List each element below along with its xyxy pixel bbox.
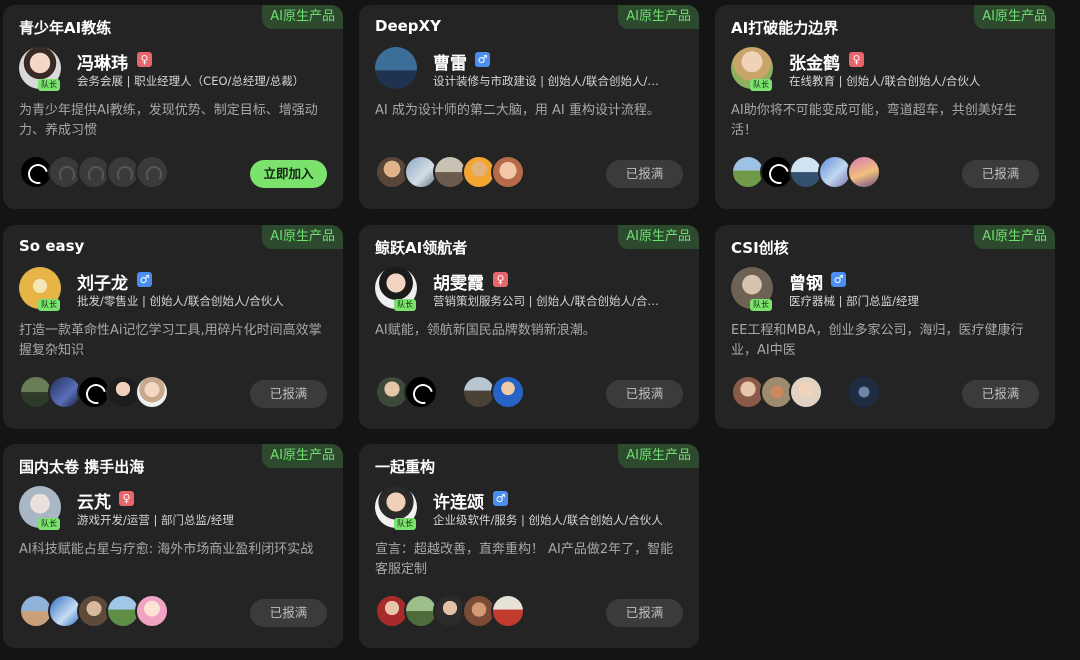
leader-name: 冯琳玮 bbox=[77, 54, 128, 74]
team-title: 青少年AI教练 bbox=[19, 19, 112, 37]
leader-avatar[interactable]: 队长 bbox=[375, 267, 417, 311]
team-description: 为青少年提供AI教练，发现优势、制定目标、增强动力、养成习惯 bbox=[19, 103, 318, 138]
empty-seat-icon bbox=[135, 155, 169, 189]
member-avatar[interactable] bbox=[847, 375, 881, 409]
captain-tag: 队长 bbox=[394, 518, 416, 530]
female-icon: ♀ bbox=[119, 491, 134, 506]
member-avatars bbox=[731, 375, 951, 409]
team-title: 一起重构 bbox=[375, 458, 436, 476]
male-icon: ♂ bbox=[137, 272, 152, 287]
ai-native-badge: AI原生产品 bbox=[974, 225, 1055, 249]
team-title: 鲸跃AI领航者 bbox=[375, 239, 468, 257]
leader-name: 曾钢 bbox=[789, 274, 823, 294]
captain-tag: 队长 bbox=[394, 299, 416, 311]
team-title: CSI创核 bbox=[731, 239, 789, 257]
male-icon: ♂ bbox=[831, 272, 846, 287]
leader-avatar[interactable]: 队长 bbox=[731, 267, 773, 311]
leader-meta: 企业级软件/服务 | 创始人/联合创始人/合伙人 bbox=[433, 513, 663, 527]
team-description: 打造一款革命性Ai记忆学习工具,用碎片化时间高效掌握复杂知识 bbox=[19, 323, 322, 358]
male-icon: ♂ bbox=[475, 52, 490, 67]
team-card[interactable]: AI原生产品 鲸跃AI领航者 队长 胡雯霞 ♀ 营销策划服务公司 | 创始人/联… bbox=[359, 225, 699, 429]
member-avatars bbox=[19, 155, 239, 189]
female-icon: ♀ bbox=[849, 52, 864, 67]
member-avatars bbox=[19, 375, 239, 409]
leader-meta: 游戏开发/运营 | 部门总监/经理 bbox=[77, 513, 234, 527]
full-button[interactable]: 已报满 bbox=[606, 599, 683, 627]
member-avatars bbox=[375, 594, 595, 628]
captain-tag: 队长 bbox=[38, 299, 60, 311]
team-description: AI 成为设计师的第二大脑，用 AI 重构设计流程。 bbox=[375, 103, 660, 118]
full-button[interactable]: 已报满 bbox=[962, 380, 1039, 408]
full-button[interactable]: 已报满 bbox=[250, 380, 327, 408]
full-button[interactable]: 已报满 bbox=[250, 599, 327, 627]
member-avatars bbox=[731, 155, 951, 189]
team-title: AI打破能力边界 bbox=[731, 19, 839, 37]
leader-name: 许连颂 bbox=[433, 493, 484, 513]
leader-meta: 营销策划服务公司 | 创始人/联合创始人/合… bbox=[433, 294, 659, 308]
ai-native-badge: AI原生产品 bbox=[262, 444, 343, 468]
team-card[interactable]: AI原生产品 青少年AI教练 队长 冯琳玮 ♀ 会务会展 | 职业经理人（CEO… bbox=[3, 5, 343, 209]
team-title: So easy bbox=[19, 237, 85, 255]
member-avatars bbox=[19, 594, 239, 628]
female-icon: ♀ bbox=[137, 52, 152, 67]
team-title: DeepXY bbox=[375, 17, 441, 35]
member-avatar[interactable] bbox=[789, 375, 823, 409]
member-avatar[interactable] bbox=[491, 155, 525, 189]
team-title: 国内太卷 携手出海 bbox=[19, 458, 145, 476]
join-button[interactable]: 立即加入 bbox=[250, 160, 327, 188]
leader-meta: 批发/零售业 | 创始人/联合创始人/合伙人 bbox=[77, 294, 284, 308]
member-avatar[interactable] bbox=[135, 594, 169, 628]
leader-name: 胡雯霞 bbox=[433, 274, 484, 294]
leader-avatar[interactable]: 队长 bbox=[19, 267, 61, 311]
team-description: AI赋能，领航新国民品牌数销新浪潮。 bbox=[375, 323, 596, 338]
full-button[interactable]: 已报满 bbox=[606, 160, 683, 188]
female-icon: ♀ bbox=[493, 272, 508, 287]
member-avatar[interactable] bbox=[491, 375, 525, 409]
ai-native-badge: AI原生产品 bbox=[974, 5, 1055, 29]
team-description: EE工程和MBA，创业多家公司，海归，医疗健康行业，AI中医 bbox=[731, 323, 1024, 358]
leader-name: 张金鹤 bbox=[789, 54, 840, 74]
ai-native-badge: AI原生产品 bbox=[618, 5, 699, 29]
ai-native-badge: AI原生产品 bbox=[618, 225, 699, 249]
leader-name: 云芃 bbox=[77, 493, 111, 513]
member-avatars bbox=[375, 155, 595, 189]
leader-avatar[interactable]: 队长 bbox=[731, 47, 773, 91]
captain-tag: 队长 bbox=[38, 518, 60, 530]
full-button[interactable]: 已报满 bbox=[962, 160, 1039, 188]
leader-meta: 医疗器械 | 部门总监/经理 bbox=[789, 294, 920, 308]
ai-native-badge: AI原生产品 bbox=[618, 444, 699, 468]
leader-name: 刘子龙 bbox=[77, 274, 128, 294]
ai-native-badge: AI原生产品 bbox=[262, 225, 343, 249]
member-avatars bbox=[375, 375, 595, 409]
captain-tag: 队长 bbox=[38, 79, 60, 91]
team-card[interactable]: AI原生产品 国内太卷 携手出海 队长 云芃 ♀ 游戏开发/运营 | 部门总监/… bbox=[3, 444, 343, 648]
leader-meta: 在线教育 | 创始人/联合创始人/合伙人 bbox=[789, 74, 981, 88]
team-card[interactable]: AI原生产品 DeepXY 曹雷 ♂ 设计装修与市政建设 | 创始人/联合创始人… bbox=[359, 5, 699, 209]
member-avatar[interactable] bbox=[491, 594, 525, 628]
team-card[interactable]: AI原生产品 AI打破能力边界 队长 张金鹤 ♀ 在线教育 | 创始人/联合创始… bbox=[715, 5, 1055, 209]
team-card[interactable]: AI原生产品 So easy 队长 刘子龙 ♂ 批发/零售业 | 创始人/联合创… bbox=[3, 225, 343, 429]
member-avatar[interactable] bbox=[847, 155, 881, 189]
leader-avatar[interactable] bbox=[375, 47, 417, 89]
leader-avatar[interactable]: 队长 bbox=[375, 486, 417, 530]
leader-name: 曹雷 bbox=[433, 54, 467, 74]
team-description: AI科技赋能占星与疗愈: 海外市场商业盈利闭环实战 bbox=[19, 542, 314, 557]
captain-tag: 队长 bbox=[750, 79, 772, 91]
member-avatar[interactable] bbox=[404, 375, 438, 409]
captain-tag: 队长 bbox=[750, 299, 772, 311]
team-description: AI助你将不可能变成可能，弯道超车，共创美好生活！ bbox=[731, 103, 1017, 138]
team-description: 宣言：超越改善，直奔重构！ AI产品做2年了，智能客服定制 bbox=[375, 542, 674, 577]
leader-avatar[interactable]: 队长 bbox=[19, 47, 61, 91]
leader-avatar[interactable]: 队长 bbox=[19, 486, 61, 530]
leader-meta: 设计装修与市政建设 | 创始人/联合创始人/… bbox=[433, 74, 659, 88]
leader-meta: 会务会展 | 职业经理人（CEO/总经理/总裁） bbox=[77, 74, 305, 88]
male-icon: ♂ bbox=[493, 491, 508, 506]
team-card[interactable]: AI原生产品 CSI创核 队长 曾钢 ♂ 医疗器械 | 部门总监/经理 EE工程… bbox=[715, 225, 1055, 429]
ai-native-badge: AI原生产品 bbox=[262, 5, 343, 29]
avatar-image bbox=[375, 47, 417, 89]
member-avatar[interactable] bbox=[135, 375, 169, 409]
full-button[interactable]: 已报满 bbox=[606, 380, 683, 408]
team-card[interactable]: AI原生产品 一起重构 队长 许连颂 ♂ 企业级软件/服务 | 创始人/联合创始… bbox=[359, 444, 699, 648]
